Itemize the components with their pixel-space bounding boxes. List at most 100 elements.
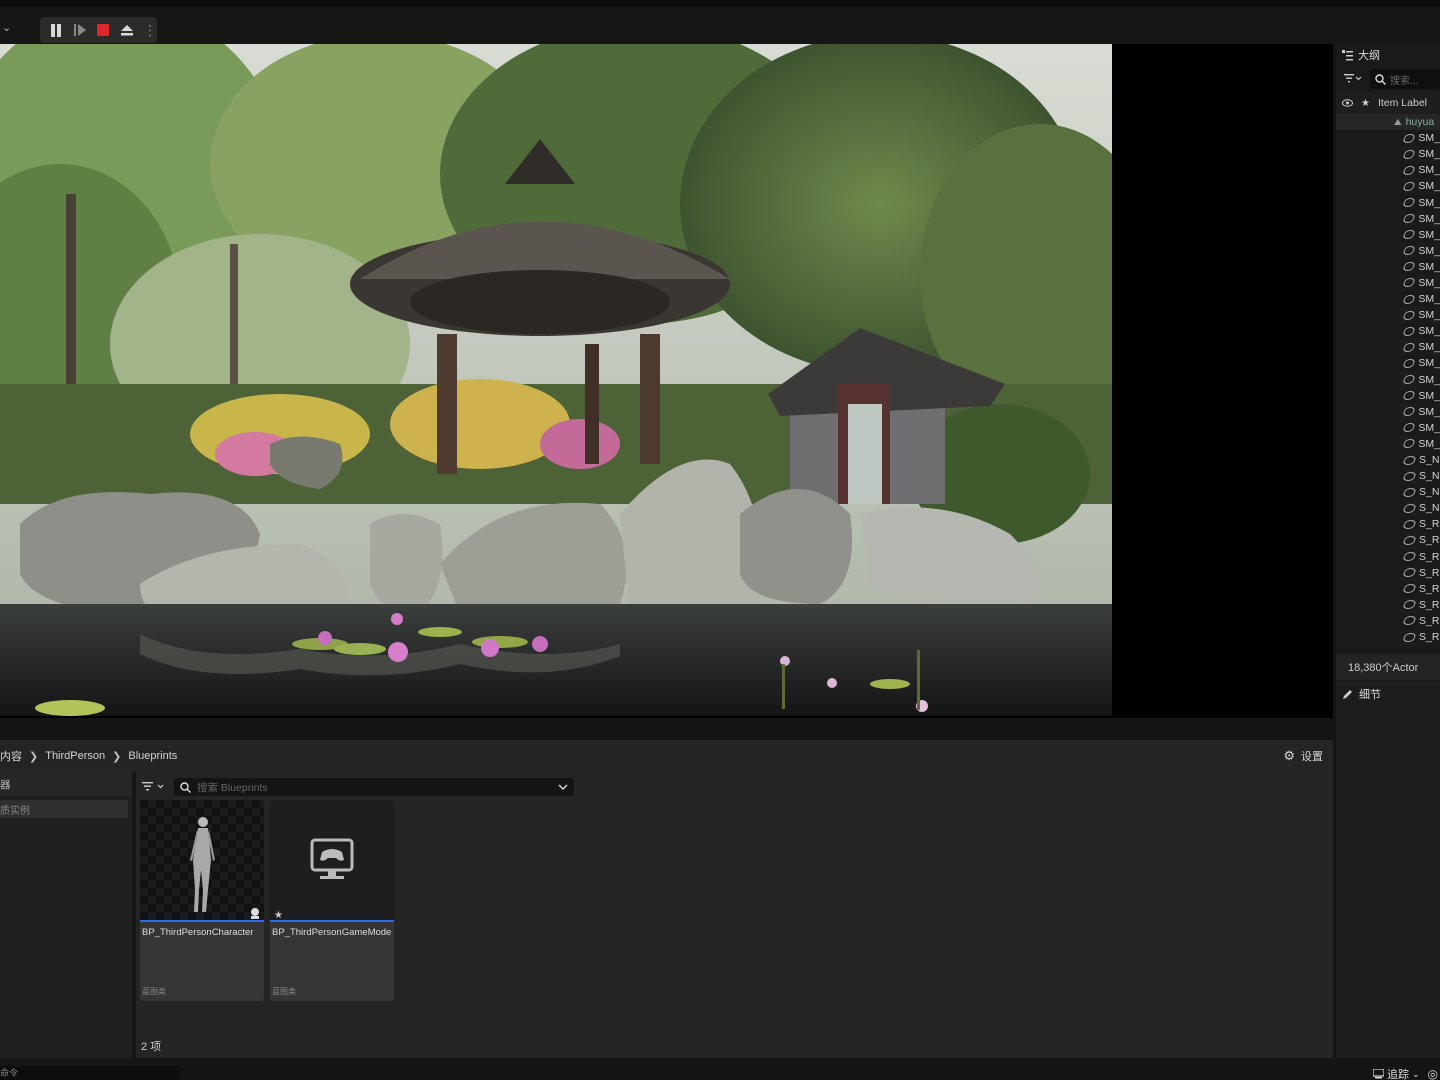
folder-label: huyua — [1405, 116, 1435, 129]
outliner-row[interactable]: SM_ — [1336, 274, 1440, 292]
asset-search-input[interactable]: 搜索 Blueprints — [174, 778, 574, 796]
eye-icon[interactable] — [1342, 99, 1353, 107]
asset-type: 蓝图类 — [142, 987, 166, 996]
outliner-row[interactable]: SM_ — [1336, 227, 1440, 243]
outliner-row[interactable]: SM_ — [1336, 162, 1440, 178]
more-options-icon[interactable]: ⋮ — [143, 23, 157, 37]
outliner-row[interactable]: SM_ — [1336, 146, 1440, 163]
eject-button[interactable] — [119, 22, 135, 38]
source-control-icon[interactable]: ◎ — [1428, 1067, 1438, 1080]
outliner-panel: 大纲 搜索... ★ Item Label ⛰ huyua SM_ SM_ SM_ S… — [1336, 44, 1440, 684]
search-icon — [180, 781, 191, 793]
static-mesh-icon — [1402, 535, 1417, 545]
outliner-row-label: S_R — [1419, 582, 1440, 595]
chevron-down-icon[interactable]: ⌄ — [2, 21, 11, 34]
outliner-row[interactable]: S_R — [1336, 532, 1440, 549]
outliner-row[interactable]: SM_ — [1336, 435, 1440, 452]
outliner-row[interactable]: S_R — [1336, 564, 1440, 581]
static-mesh-icon — [1402, 552, 1417, 562]
asset-tools: 搜索 Blueprints — [142, 778, 574, 796]
outliner-row[interactable]: SM_ — [1336, 339, 1440, 356]
filter-icon[interactable] — [142, 780, 166, 794]
viewport-render[interactable] — [0, 44, 1112, 716]
outliner-row[interactable]: SM_ — [1336, 210, 1440, 227]
outliner-row-label: SM_ — [1418, 325, 1440, 338]
filter-icon[interactable] — [1344, 72, 1362, 86]
outliner-row[interactable]: S_R — [1336, 581, 1440, 597]
outliner-row[interactable]: S_N — [1336, 500, 1440, 517]
trace-button[interactable]: 追踪 ⌄ — [1372, 1066, 1420, 1080]
outliner-row[interactable]: SM_ — [1336, 371, 1440, 388]
outliner-columns: ★ Item Label — [1336, 92, 1440, 114]
actor-count: 18,380个Actor — [1336, 654, 1440, 680]
outliner-row[interactable]: SM_ — [1336, 323, 1440, 339]
outliner-row[interactable]: S_R — [1336, 516, 1440, 532]
content-browser-assets: 搜索 Blueprints BP_ThirdPersonCharacter 蓝图… — [136, 772, 1333, 1058]
search-icon — [1375, 73, 1386, 85]
star-icon[interactable]: ★ — [1361, 98, 1370, 109]
outliner-row[interactable]: S_R — [1336, 596, 1440, 613]
command-input[interactable]: 命令 — [0, 1066, 180, 1080]
outliner-folder-row[interactable]: ⛰ huyua — [1336, 114, 1440, 131]
outliner-header: 大纲 — [1336, 44, 1440, 66]
eject-icon — [121, 25, 134, 36]
outliner-row[interactable]: SM_ — [1336, 194, 1440, 210]
static-mesh-icon — [1402, 326, 1417, 336]
gamemode-icon: ★ — [274, 838, 354, 921]
outliner-row-label: SM_ — [1418, 389, 1440, 402]
outliner-row[interactable]: S_R — [1336, 549, 1440, 565]
static-mesh-icon — [1402, 487, 1417, 497]
outliner-row[interactable]: SM_ — [1336, 403, 1440, 420]
source-item[interactable]: 质实例 — [0, 800, 128, 818]
outliner-row-label: S_R — [1419, 518, 1440, 531]
static-mesh-icon — [1402, 391, 1417, 401]
details-header: 细节 — [1336, 682, 1440, 706]
outliner-row[interactable]: S_N — [1336, 484, 1440, 500]
outliner-row-label: SM_ — [1418, 421, 1440, 434]
settings-label: 设置 — [1301, 751, 1323, 763]
outliner-row[interactable]: SM_ — [1336, 420, 1440, 436]
chevron-down-icon[interactable] — [558, 784, 568, 790]
outliner-row[interactable]: S_R — [1336, 629, 1440, 644]
static-mesh-icon — [1402, 455, 1417, 465]
outliner-row[interactable]: SM_ — [1336, 388, 1440, 404]
level-viewport[interactable] — [0, 44, 1333, 718]
frame-skip-button[interactable] — [72, 22, 88, 38]
garden-scene-image — [0, 44, 1112, 716]
outliner-search-input[interactable]: 搜索... — [1370, 69, 1440, 89]
item-label-column[interactable]: Item Label — [1378, 97, 1427, 109]
outliner-row-label: S_R — [1419, 566, 1440, 579]
outliner-row[interactable]: SM_ — [1336, 355, 1440, 371]
outliner-row[interactable]: SM_ — [1336, 259, 1440, 275]
asset-tile-gamemode[interactable]: ★ BP_ThirdPersonGameMode 蓝图类 — [270, 800, 394, 1001]
stop-button[interactable] — [96, 22, 112, 38]
outliner-row-label: S_R — [1419, 534, 1440, 547]
outliner-row[interactable]: S_R — [1336, 613, 1440, 629]
outliner-row-label: SM_ — [1418, 212, 1440, 225]
play-controls: ⋮ — [40, 17, 157, 43]
outliner-row[interactable]: S_N — [1336, 468, 1440, 485]
asset-thumbnail: ★ — [270, 800, 394, 921]
panel-divider — [0, 718, 1333, 740]
pause-button[interactable] — [48, 22, 64, 38]
static-mesh-icon — [1402, 407, 1417, 417]
outliner-row-label: SM_ — [1418, 164, 1440, 177]
outliner-row[interactable]: SM_ — [1336, 307, 1440, 324]
static-mesh-icon — [1402, 230, 1417, 240]
outliner-row-label: S_N — [1419, 486, 1440, 499]
outliner-row[interactable]: SM_ — [1336, 242, 1440, 259]
breadcrumb-blueprints[interactable]: Blueprints — [121, 750, 184, 762]
outliner-row[interactable]: S_N — [1336, 452, 1440, 468]
static-mesh-icon — [1402, 181, 1417, 191]
outliner-row-label: SM_ — [1418, 180, 1440, 193]
asset-tile-character[interactable]: BP_ThirdPersonCharacter 蓝图类 — [140, 800, 264, 1001]
settings-button[interactable]: ⚙ 设置 — [1283, 748, 1323, 764]
breadcrumb-thirdperson[interactable]: ThirdPerson — [38, 750, 112, 762]
outliner-row[interactable]: SM_ — [1336, 291, 1440, 307]
breadcrumb-content[interactable]: 内容 — [0, 748, 29, 764]
details-panel: 细节 — [1336, 682, 1440, 1058]
item-count: 2 项 — [141, 1041, 162, 1053]
outliner-row[interactable]: SM_ — [1336, 130, 1440, 146]
static-mesh-icon — [1402, 278, 1417, 288]
outliner-row[interactable]: SM_ — [1336, 178, 1440, 195]
